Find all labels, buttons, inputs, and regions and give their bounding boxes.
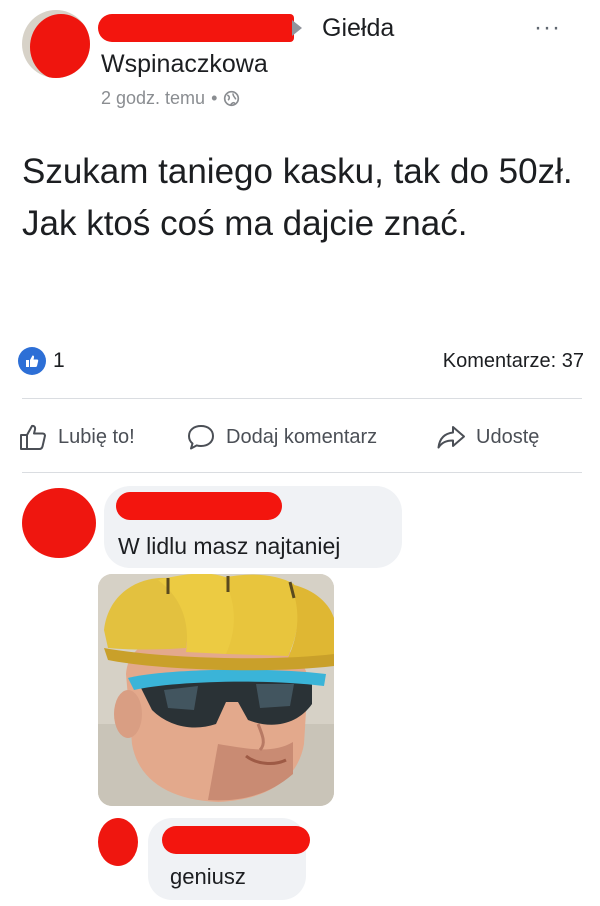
thumbs-up-outline-icon — [20, 424, 46, 450]
likes-count: 1 — [53, 349, 65, 372]
divider — [22, 398, 582, 399]
like-label: Lubię to! — [58, 425, 135, 448]
reactions-summary[interactable]: 1 — [18, 347, 65, 375]
author-avatar[interactable] — [22, 10, 90, 78]
commenter-name-redacted[interactable] — [116, 492, 282, 520]
share-button[interactable]: Udostę — [436, 422, 539, 452]
more-options-button[interactable]: ··· — [534, 14, 561, 42]
meta-separator: • — [211, 88, 218, 108]
group-name[interactable]: Giełda — [322, 14, 394, 43]
like-button[interactable]: Lubię to! — [18, 422, 135, 452]
comment-text: geniusz — [170, 864, 246, 889]
commenter-name-redacted[interactable] — [162, 826, 310, 854]
globe-icon — [224, 90, 240, 107]
group-name-continued[interactable]: Wspinaczkowa — [101, 50, 268, 79]
comment-label: Dodaj komentarz — [226, 425, 378, 448]
action-bar: Lubię to! Dodaj komentarz Udostę — [0, 410, 600, 466]
banana-helmet-photo — [98, 574, 334, 806]
speech-bubble-icon — [188, 425, 214, 450]
post-time[interactable]: 2 godz. temu — [101, 88, 205, 109]
commenter-avatar[interactable] — [98, 818, 138, 866]
arrow-right-icon — [292, 20, 302, 36]
thumbs-up-icon — [18, 347, 46, 375]
share-arrow-icon — [437, 426, 465, 449]
author-name-redacted[interactable] — [98, 14, 294, 42]
commenter-avatar[interactable] — [22, 488, 96, 558]
comment-button[interactable]: Dodaj komentarz — [186, 422, 377, 452]
comment-photo[interactable] — [98, 574, 334, 806]
divider — [22, 472, 582, 473]
post-meta: 2 godz. temu • — [101, 88, 240, 109]
post-text: Szukam taniego kasku, tak do 50zł. Jak k… — [22, 152, 573, 243]
share-label: Udostę — [476, 425, 540, 448]
comments-count[interactable]: Komentarze: 37 — [443, 350, 584, 373]
comment-text: W lidlu masz najtaniej — [118, 533, 341, 559]
